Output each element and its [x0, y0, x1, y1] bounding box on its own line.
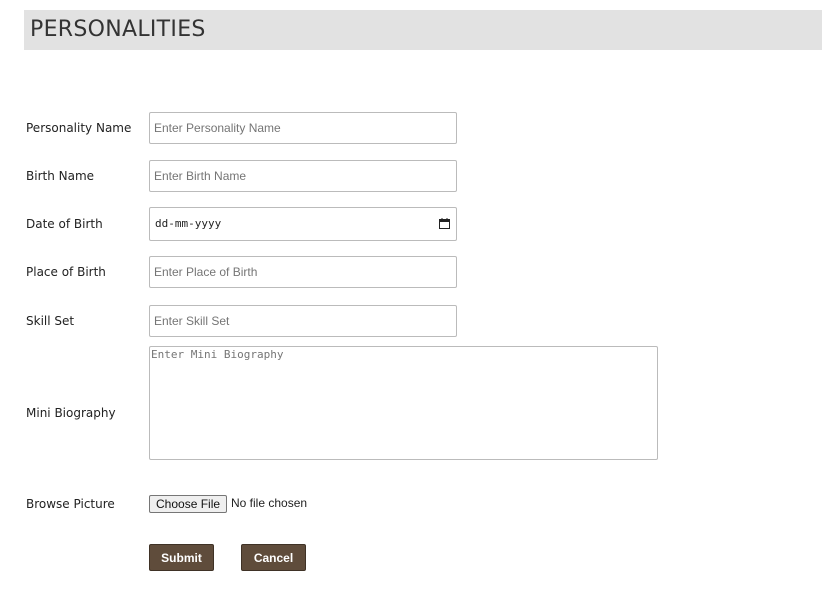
skill-set-input[interactable] — [149, 305, 457, 337]
skill-set-label: Skill Set — [26, 314, 75, 328]
page-title: PERSONALITIES — [30, 17, 206, 42]
file-status-text: No file chosen — [231, 496, 308, 510]
calendar-icon[interactable] — [439, 218, 450, 229]
cancel-button[interactable]: Cancel — [241, 544, 306, 571]
submit-button[interactable]: Submit — [149, 544, 214, 571]
personality-name-input[interactable] — [149, 112, 457, 144]
choose-file-button[interactable]: Choose File — [149, 495, 228, 513]
personality-name-label: Personality Name — [26, 121, 132, 135]
place-of-birth-input[interactable] — [149, 256, 457, 288]
birth-name-label: Birth Name — [26, 169, 95, 183]
mini-biography-label: Mini Biography — [26, 406, 116, 420]
mini-biography-textarea[interactable] — [149, 346, 658, 460]
date-of-birth-value: dd-mm-yyyy — [155, 217, 222, 230]
date-of-birth-label: Date of Birth — [26, 217, 103, 231]
place-of-birth-label: Place of Birth — [26, 265, 106, 279]
birth-name-input[interactable] — [149, 160, 457, 192]
browse-picture-label: Browse Picture — [26, 497, 115, 511]
date-of-birth-input[interactable]: dd-mm-yyyy — [149, 207, 457, 241]
page-header: PERSONALITIES — [24, 10, 822, 50]
